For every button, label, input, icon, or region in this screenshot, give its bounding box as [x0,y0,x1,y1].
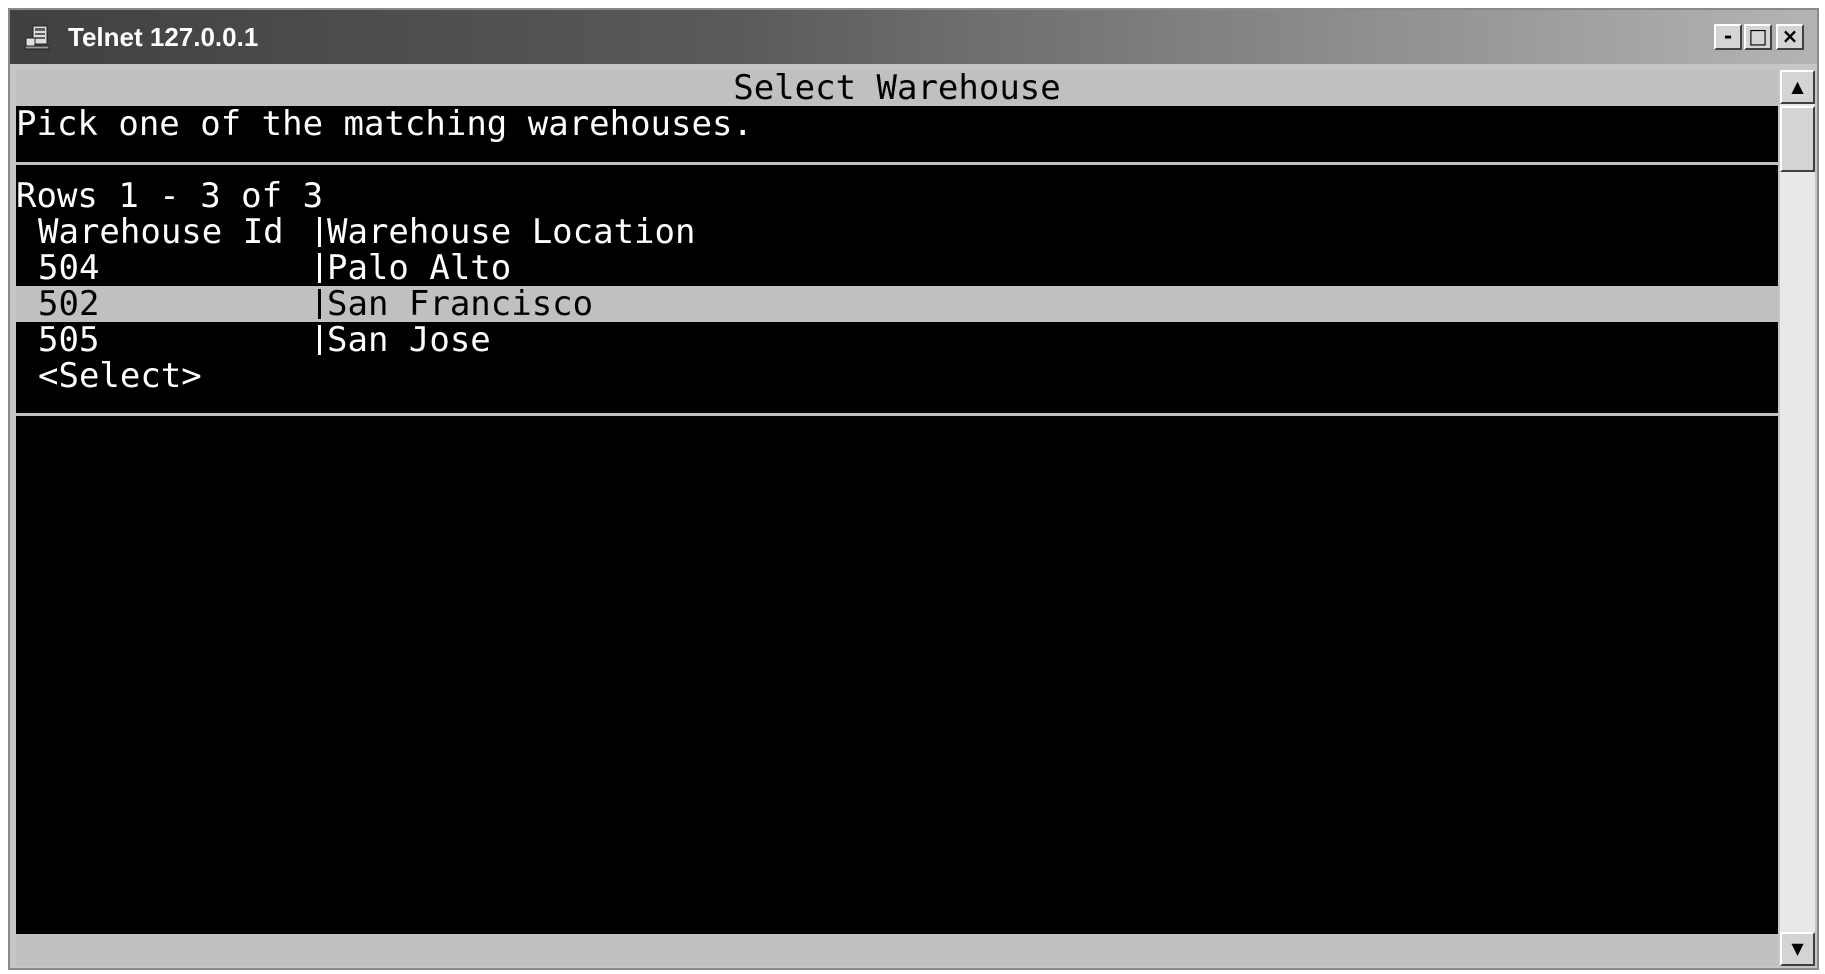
divider-top [16,162,1778,165]
selection-highlight [16,286,1778,322]
row-count: Rows 1 - 3 of 3 [16,176,324,216]
telnet-computer-icon [24,25,50,50]
row-id: 502 [38,284,100,324]
column-divider [318,289,321,319]
column-header-id: Warehouse Id [38,212,284,252]
column-divider [318,253,321,283]
row-location: Palo Alto [327,248,512,288]
column-header-location: Warehouse Location [327,212,696,252]
select-action[interactable]: <Select> [38,358,202,394]
telnet-window: Telnet 127.0.0.1 - □ × Select Warehouse … [8,8,1819,970]
instruction-text: Pick one of the matching warehouses. [16,104,753,144]
row-id: 505 [38,320,100,360]
row-location: San Jose [327,320,491,360]
title-bar[interactable]: Telnet 127.0.0.1 - □ × [10,10,1817,64]
scroll-down-icon[interactable]: ▼ [1780,932,1815,966]
column-divider [318,217,321,247]
scroll-up-icon[interactable]: ▲ [1780,70,1815,104]
close-button[interactable]: × [1776,24,1804,50]
row-id: 504 [38,248,100,288]
scroll-thumb[interactable] [1780,106,1815,172]
screen-header: Select Warehouse [16,70,1778,106]
column-divider [318,325,321,355]
divider-bottom [16,413,1778,416]
terminal-screen[interactable]: Select Warehouse Pick one of the matchin… [16,70,1778,966]
minimize-button[interactable]: - [1714,24,1742,50]
maximize-button[interactable]: □ [1744,24,1772,50]
vertical-scrollbar[interactable]: ▲ ▼ [1780,70,1815,966]
status-bar [16,934,1778,966]
window-title: Telnet 127.0.0.1 [68,22,259,52]
row-location: San Francisco [327,284,594,324]
